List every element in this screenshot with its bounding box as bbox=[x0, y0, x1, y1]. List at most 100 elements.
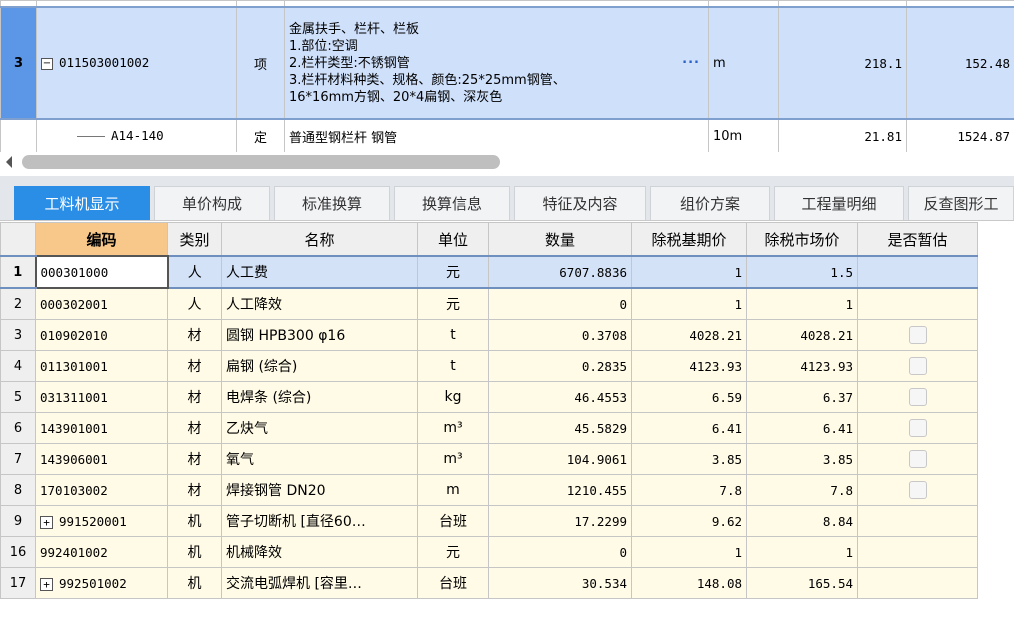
more-options-button[interactable]: ··· bbox=[682, 55, 700, 72]
tab-labor-material-machine[interactable]: 工料机显示 bbox=[14, 186, 150, 220]
code-cell[interactable]: 170103002 bbox=[35, 474, 168, 506]
quota-row[interactable]: A14-140 定 普通型钢栏杆 钢管 10m 21.81 1524.87 bbox=[0, 118, 1014, 153]
provisional-cell[interactable] bbox=[857, 536, 978, 568]
provisional-checkbox[interactable] bbox=[908, 388, 927, 406]
market-price-cell[interactable]: 165.54 bbox=[746, 567, 858, 599]
provisional-cell[interactable] bbox=[857, 567, 978, 599]
provisional-checkbox[interactable] bbox=[908, 450, 927, 468]
market-price-cell[interactable]: 1 bbox=[746, 536, 858, 568]
market-price-cell[interactable]: 1 bbox=[746, 287, 858, 320]
provisional-cell[interactable] bbox=[857, 255, 978, 289]
item-row-selected[interactable]: 3 −011503001002 项 金属扶手、栏杆、栏板 1.部位:空调 2.栏… bbox=[0, 6, 1014, 120]
code-cell[interactable]: +991520001 bbox=[35, 505, 168, 537]
code-cell[interactable]: 143901001 bbox=[35, 412, 168, 444]
expand-icon[interactable]: + bbox=[40, 577, 53, 591]
scrollbar-thumb[interactable] bbox=[22, 155, 500, 169]
name-cell[interactable]: 管子切断机 [直径60… bbox=[221, 505, 418, 537]
provisional-checkbox[interactable] bbox=[908, 419, 927, 437]
header-category[interactable]: 类别 bbox=[167, 222, 222, 257]
header-market-price[interactable]: 除税市场价 bbox=[746, 222, 858, 257]
quota-name[interactable]: 普通型钢栏杆 钢管 bbox=[284, 118, 709, 153]
resource-row[interactable]: 6 143901001 材乙炔气 m³ 45.5829 6.41 6.41 bbox=[0, 412, 978, 444]
market-price-cell[interactable]: 8.84 bbox=[746, 505, 858, 537]
provisional-cell[interactable] bbox=[857, 412, 978, 444]
quantity-cell[interactable]: 17.2299 bbox=[488, 505, 632, 537]
market-price-cell[interactable]: 7.8 bbox=[746, 474, 858, 506]
horizontal-scrollbar[interactable] bbox=[0, 152, 1014, 172]
name-cell[interactable]: 人工费 bbox=[221, 255, 418, 289]
market-price-cell[interactable]: 1.5 bbox=[746, 255, 858, 289]
tab-quantity-details[interactable]: 工程量明细 bbox=[774, 186, 904, 220]
quantity-cell[interactable]: 0 bbox=[488, 287, 632, 320]
item-code-cell[interactable]: −011503001002 bbox=[36, 6, 237, 120]
quantity-cell[interactable]: 6707.8836 bbox=[488, 255, 632, 289]
tab-conversion-info[interactable]: 换算信息 bbox=[394, 186, 510, 220]
resource-row[interactable]: 2 000302001 人人工降效元 0 1 1 bbox=[0, 287, 978, 320]
name-cell[interactable]: 电焊条 (综合) bbox=[221, 381, 418, 413]
provisional-cell[interactable] bbox=[857, 505, 978, 537]
code-cell[interactable]: 031311001 bbox=[35, 381, 168, 413]
market-price-cell[interactable]: 3.85 bbox=[746, 443, 858, 475]
name-cell[interactable]: 圆钢 HPB300 φ16 bbox=[221, 319, 418, 351]
resource-row[interactable]: 5 031311001 材电焊条 (综合) kg 46.4553 6.59 6.37 bbox=[0, 381, 978, 413]
resource-row[interactable]: 9 +991520001 机管子切断机 [直径60… 台班 17.2299 9.62 8.8… bbox=[0, 505, 978, 537]
tab-unit-price-composition[interactable]: 单价构成 bbox=[154, 186, 270, 220]
provisional-cell[interactable] bbox=[857, 287, 978, 320]
header-quantity[interactable]: 数量 bbox=[488, 222, 632, 257]
tab-reverse-graphic[interactable]: 反查图形工 bbox=[908, 186, 1014, 220]
provisional-cell[interactable] bbox=[857, 443, 978, 475]
name-cell[interactable]: 交流电弧焊机 [容里… bbox=[221, 567, 418, 599]
header-unit[interactable]: 单位 bbox=[417, 222, 489, 257]
quantity-cell[interactable]: 104.9061 bbox=[488, 443, 632, 475]
provisional-cell[interactable] bbox=[857, 319, 978, 351]
code-cell[interactable]: 000301000 bbox=[34, 255, 169, 289]
resource-row[interactable]: 16 992401002 机机械降效元 0 1 1 bbox=[0, 536, 978, 568]
name-cell[interactable]: 扁钢 (综合) bbox=[221, 350, 418, 382]
market-price-cell[interactable]: 6.37 bbox=[746, 381, 858, 413]
code-cell[interactable]: 000302001 bbox=[35, 287, 168, 320]
resource-row[interactable]: 4 011301001 材扁钢 (综合) t 0.2835 4123.93 4123.93 bbox=[0, 350, 978, 382]
provisional-checkbox[interactable] bbox=[908, 357, 927, 375]
quantity-cell[interactable]: 46.4553 bbox=[488, 381, 632, 413]
code-cell[interactable]: 143906001 bbox=[35, 443, 168, 475]
provisional-checkbox[interactable] bbox=[908, 481, 927, 499]
code-cell[interactable]: 992401002 bbox=[35, 536, 168, 568]
name-cell[interactable]: 焊接钢管 DN20 bbox=[221, 474, 418, 506]
provisional-cell[interactable] bbox=[857, 381, 978, 413]
quantity-cell[interactable]: 1210.455 bbox=[488, 474, 632, 506]
item-quantity[interactable]: 218.1 bbox=[778, 6, 907, 120]
name-cell[interactable]: 乙炔气 bbox=[221, 412, 418, 444]
provisional-cell[interactable] bbox=[857, 350, 978, 382]
code-cell[interactable]: +992501002 bbox=[35, 567, 168, 599]
resource-row[interactable]: 8 170103002 材焊接钢管 DN20 m 1210.455 7.8 7.8 bbox=[0, 474, 978, 506]
quota-code-cell[interactable]: A14-140 bbox=[36, 118, 237, 153]
tab-features-content[interactable]: 特征及内容 bbox=[514, 186, 646, 220]
tab-standard-conversion[interactable]: 标准换算 bbox=[274, 186, 390, 220]
expand-icon[interactable]: + bbox=[40, 515, 53, 529]
quantity-cell[interactable]: 0 bbox=[488, 536, 632, 568]
collapse-icon[interactable]: − bbox=[41, 57, 53, 70]
quantity-cell[interactable]: 30.534 bbox=[488, 567, 632, 599]
header-provisional[interactable]: 是否暂估 bbox=[857, 222, 978, 257]
market-price-cell[interactable]: 4028.21 bbox=[746, 319, 858, 351]
header-name[interactable]: 名称 bbox=[221, 222, 418, 257]
scroll-left-icon[interactable] bbox=[6, 156, 12, 168]
resource-row[interactable]: 1 000301000 人人工费元 6707.8836 1 1.5 bbox=[0, 255, 978, 289]
provisional-checkbox[interactable] bbox=[908, 326, 927, 344]
resource-row[interactable]: 17 +992501002 机交流电弧焊机 [容里… 台班 30.534 148.08 16… bbox=[0, 567, 978, 599]
name-cell[interactable]: 机械降效 bbox=[221, 536, 418, 568]
item-name-cell[interactable]: 金属扶手、栏杆、栏板 1.部位:空调 2.栏杆类型:不锈钢管 3.栏杆材料种类、… bbox=[284, 6, 709, 120]
header-base-price[interactable]: 除税基期价 bbox=[631, 222, 747, 257]
tab-pricing-scheme[interactable]: 组价方案 bbox=[650, 186, 770, 220]
quantity-cell[interactable]: 45.5829 bbox=[488, 412, 632, 444]
name-cell[interactable]: 人工降效 bbox=[221, 287, 418, 320]
resource-row[interactable]: 7 143906001 材氧气 m³ 104.9061 3.85 3.85 bbox=[0, 443, 978, 475]
quantity-cell[interactable]: 0.2835 bbox=[488, 350, 632, 382]
market-price-cell[interactable]: 6.41 bbox=[746, 412, 858, 444]
market-price-cell[interactable]: 4123.93 bbox=[746, 350, 858, 382]
code-cell[interactable]: 011301001 bbox=[35, 350, 168, 382]
resource-row[interactable]: 3 010902010 材圆钢 HPB300 φ16 t 0.3708 4028.21 40… bbox=[0, 319, 978, 351]
quantity-cell[interactable]: 0.3708 bbox=[488, 319, 632, 351]
code-cell[interactable]: 010902010 bbox=[35, 319, 168, 351]
header-code[interactable]: 编码 bbox=[35, 222, 168, 257]
